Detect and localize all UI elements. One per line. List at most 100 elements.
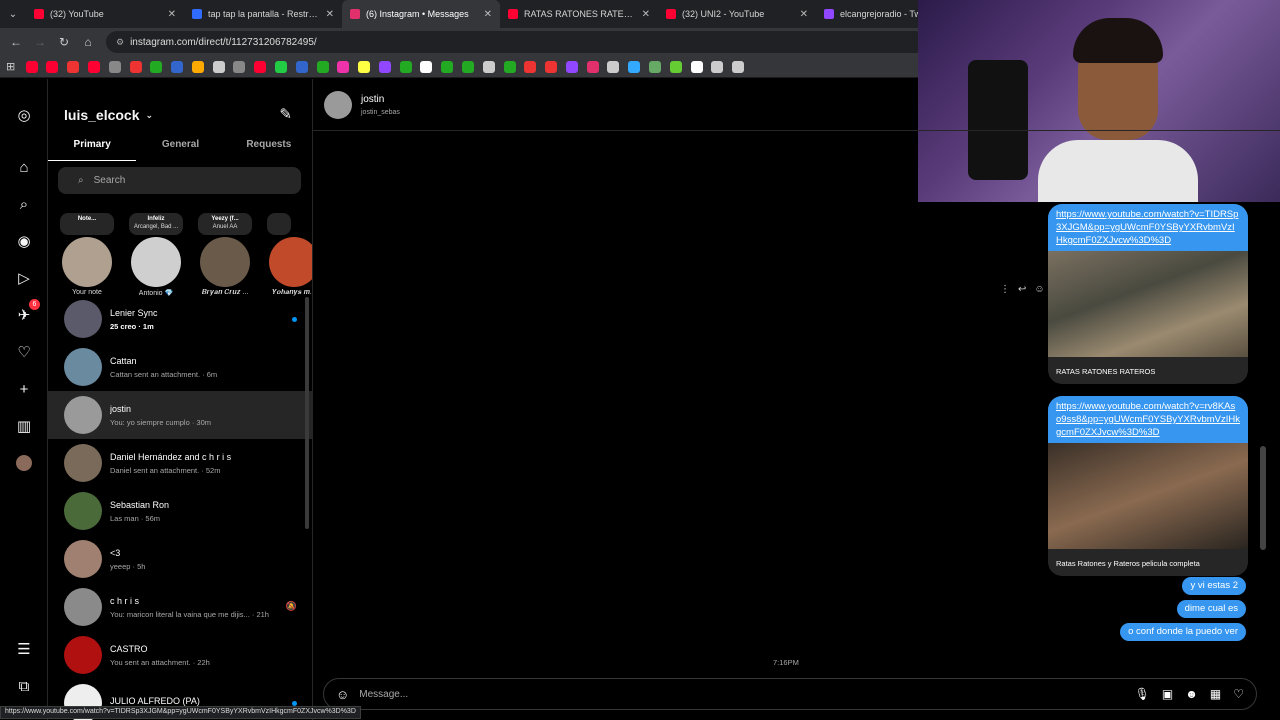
video-thumbnail[interactable] bbox=[1048, 443, 1248, 549]
bookmark-icon[interactable] bbox=[67, 60, 80, 73]
bookmark-icon[interactable] bbox=[337, 60, 350, 73]
bookmark-icon[interactable] bbox=[191, 60, 204, 73]
shared-link-message[interactable]: https://www.youtube.com/watch?v=TIDRSp3X… bbox=[1048, 204, 1248, 384]
bookmark-icon[interactable] bbox=[87, 60, 100, 73]
browser-tab[interactable]: (32) YouTube ✕ bbox=[26, 0, 184, 28]
create-icon[interactable]: + bbox=[14, 379, 34, 399]
home-button[interactable]: ⌂ bbox=[76, 35, 100, 49]
bookmark-icon[interactable] bbox=[711, 60, 724, 73]
inbox-scrollbar[interactable] bbox=[305, 297, 309, 529]
dashboard-icon[interactable]: ▥ bbox=[14, 416, 34, 436]
conversation-item[interactable]: <3 yeeep · 5h bbox=[48, 535, 312, 583]
bookmark-icon[interactable] bbox=[607, 60, 620, 73]
bookmark-icon[interactable] bbox=[649, 60, 662, 73]
bookmark-icon[interactable] bbox=[482, 60, 495, 73]
back-button[interactable]: ← bbox=[4, 35, 28, 49]
bookmark-icon[interactable] bbox=[565, 60, 578, 73]
bookmark-icon[interactable] bbox=[150, 60, 163, 73]
bookmark-icon[interactable] bbox=[274, 60, 287, 73]
close-tab-icon[interactable]: ✕ bbox=[800, 9, 808, 20]
image-icon[interactable]: ▣ bbox=[1162, 687, 1173, 701]
explore-icon[interactable]: ◉ bbox=[14, 231, 34, 251]
bookmark-icon[interactable] bbox=[316, 60, 329, 73]
address-bar[interactable]: ⚙ instagram.com/direct/t/112731206782495… bbox=[106, 31, 926, 53]
new-message-icon[interactable]: ✎ bbox=[279, 105, 292, 123]
conversation-item[interactable]: jostin You: yo siempre cumplo · 30m bbox=[48, 391, 312, 439]
shared-link-url[interactable]: https://www.youtube.com/watch?v=rv8KAso9… bbox=[1048, 396, 1248, 443]
close-tab-icon[interactable]: ✕ bbox=[484, 9, 492, 20]
like-heart-icon[interactable]: ♡ bbox=[1233, 687, 1244, 701]
bookmark-icon[interactable] bbox=[129, 60, 142, 73]
bookmark-icon[interactable] bbox=[732, 60, 745, 73]
shared-link-url[interactable]: https://www.youtube.com/watch?v=TIDRSp3X… bbox=[1048, 204, 1248, 251]
bookmark-icon[interactable] bbox=[295, 60, 308, 73]
messages-icon[interactable]: ✈ 6 bbox=[14, 299, 40, 325]
bookmark-icon[interactable] bbox=[545, 60, 558, 73]
browser-tab[interactable]: RATAS RATONES RATEROS - Yo ✕ bbox=[500, 0, 658, 28]
outgoing-message[interactable]: y vi estas 2 bbox=[1182, 577, 1246, 595]
close-tab-icon[interactable]: ✕ bbox=[326, 9, 334, 20]
browser-tab[interactable]: (6) Instagram • Messages ✕ bbox=[342, 0, 500, 28]
bookmark-icon[interactable] bbox=[171, 60, 184, 73]
emoji-icon[interactable]: ☺ bbox=[336, 687, 349, 702]
shared-link-message[interactable]: https://www.youtube.com/watch?v=rv8KAso9… bbox=[1048, 396, 1248, 576]
bookmark-icon[interactable] bbox=[524, 60, 537, 73]
bookmark-icon[interactable] bbox=[46, 60, 59, 73]
inbox-tab-general[interactable]: General bbox=[136, 135, 224, 161]
bookmark-icon[interactable] bbox=[378, 60, 391, 73]
forward-button[interactable]: → bbox=[28, 35, 52, 49]
bookmark-icon[interactable] bbox=[358, 60, 371, 73]
profile-avatar[interactable] bbox=[14, 453, 34, 473]
message-input[interactable]: Message... bbox=[359, 689, 1134, 700]
browser-tab[interactable]: tap tap la pantalla - Restream ✕ bbox=[184, 0, 342, 28]
conversation-item[interactable]: Cattan Cattan sent an attachment. · 6m bbox=[48, 343, 312, 391]
chat-avatar[interactable] bbox=[324, 91, 352, 119]
outgoing-message[interactable]: dime cual es bbox=[1176, 600, 1246, 618]
browser-tab[interactable]: (32) UNI2 - YouTube ✕ bbox=[658, 0, 816, 28]
chat-name[interactable]: jostin bbox=[361, 94, 384, 105]
site-info-icon[interactable]: ⚙ bbox=[116, 37, 124, 48]
instagram-logo-icon[interactable]: ◎ bbox=[14, 105, 34, 125]
outgoing-message[interactable]: o conf donde la puedo ver bbox=[1120, 623, 1246, 641]
heart-icon[interactable]: ♡ bbox=[14, 342, 34, 362]
chat-scrollbar[interactable] bbox=[1260, 446, 1266, 550]
message-composer[interactable]: ☺ Message... 🎙 ▣ ☻ ▦ ♡ bbox=[323, 678, 1257, 710]
bookmark-icon[interactable] bbox=[233, 60, 246, 73]
bookmark-icon[interactable] bbox=[462, 60, 475, 73]
bookmark-icon[interactable] bbox=[690, 60, 703, 73]
home-icon[interactable]: ⌂ bbox=[14, 157, 34, 177]
bookmark-icon[interactable] bbox=[108, 60, 121, 73]
bookmark-icon[interactable] bbox=[669, 60, 682, 73]
more-icon[interactable]: ⋮ bbox=[1000, 284, 1010, 295]
bookmark-icon[interactable] bbox=[586, 60, 599, 73]
inbox-tab-requests[interactable]: Requests bbox=[225, 135, 312, 161]
conversation-item[interactable]: c h r i s You: maricon literal la vaina q… bbox=[48, 583, 312, 631]
close-tab-icon[interactable]: ✕ bbox=[168, 9, 176, 20]
microphone-icon[interactable]: 🎙 bbox=[1135, 687, 1150, 701]
search-icon[interactable]: ⌕ bbox=[14, 194, 34, 214]
inbox-tab-primary[interactable]: Primary bbox=[48, 135, 137, 161]
conversation-item[interactable]: CASTRO You sent an attachment. · 22h bbox=[48, 631, 312, 679]
tab-search-button[interactable]: ⌄ bbox=[0, 0, 26, 28]
more-menu-icon[interactable]: ☰ bbox=[14, 639, 34, 659]
reels-icon[interactable]: ▷ bbox=[14, 268, 34, 288]
gif-icon[interactable]: ▦ bbox=[1210, 687, 1221, 701]
account-switcher[interactable]: luis_elcock ⌄ bbox=[64, 107, 153, 123]
bookmark-icon[interactable] bbox=[25, 60, 38, 73]
also-from-meta-icon[interactable]: ⧉ bbox=[14, 676, 34, 696]
apps-grid-icon[interactable]: ⊞ bbox=[6, 60, 15, 73]
conversation-item[interactable]: Lenier Sync 25 creo · 1m bbox=[48, 295, 312, 343]
conversation-item[interactable]: Daniel Hernández and c h r i s Daniel sen… bbox=[48, 439, 312, 487]
bookmark-icon[interactable] bbox=[441, 60, 454, 73]
conversation-item[interactable]: Sebastian Ron Las man · 56m bbox=[48, 487, 312, 535]
bookmark-icon[interactable] bbox=[254, 60, 267, 73]
video-thumbnail[interactable] bbox=[1048, 251, 1248, 357]
sticker-icon[interactable]: ☻ bbox=[1185, 687, 1198, 701]
bookmark-icon[interactable] bbox=[212, 60, 225, 73]
bookmark-icon[interactable] bbox=[628, 60, 641, 73]
bookmark-icon[interactable] bbox=[503, 60, 516, 73]
search-input[interactable]: ⌕ Search bbox=[58, 167, 301, 194]
close-tab-icon[interactable]: ✕ bbox=[642, 9, 650, 20]
bookmark-icon[interactable] bbox=[399, 60, 412, 73]
bookmark-icon[interactable] bbox=[420, 60, 433, 73]
